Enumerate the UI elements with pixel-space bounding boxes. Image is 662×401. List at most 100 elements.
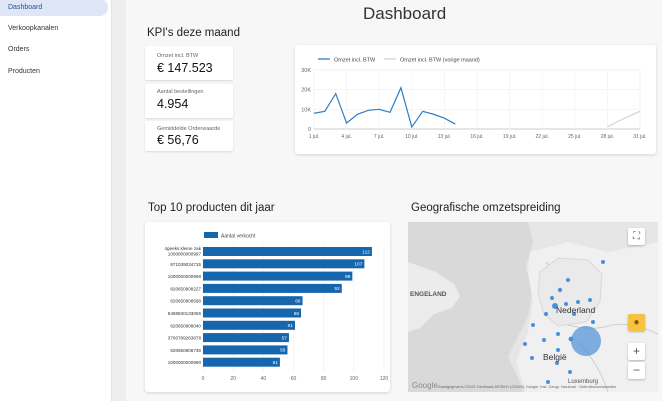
map-footer: Kaartgegevens ©2021 GeoBasis-DE/BKG (©20… <box>438 385 616 389</box>
y-tick-label: 30K <box>301 68 311 74</box>
x-tick-label: 4 jul. <box>341 134 352 140</box>
map-marker <box>550 296 554 300</box>
map-marker <box>557 287 563 293</box>
map-marker <box>568 370 572 374</box>
y-tick-label: 0 <box>308 127 311 133</box>
bar-value-label: 61 <box>288 323 294 329</box>
bar <box>203 320 296 330</box>
sidebar-gutter <box>112 0 126 401</box>
map-label-belgie: België <box>543 352 567 362</box>
x-tick-label: 10 jul. <box>405 134 418 140</box>
geo-section-title: Geografische omzetspreiding <box>411 202 561 214</box>
category-label: 4geeks kleine zak <box>164 246 201 251</box>
fullscreen-button[interactable]: ⛶ <box>628 228 645 245</box>
map-marker <box>601 260 605 264</box>
map-marker <box>591 320 595 324</box>
bar <box>203 271 353 281</box>
bar <box>203 247 372 256</box>
sidebar-item-orders[interactable]: Orders <box>0 41 108 58</box>
category-label: 820650808040 <box>170 323 201 328</box>
zoom-in-button[interactable]: + <box>628 343 645 360</box>
series-line-previous <box>607 110 641 128</box>
bar-value-label: 57 <box>282 335 288 341</box>
x-tick-label: 19 jul. <box>503 134 516 140</box>
bar-value-label: 99 <box>345 274 351 280</box>
kpi-card-avg-order: Gemiddelde Orderwaarde € 56,76 <box>145 121 233 151</box>
kpi-label: Omzet incl. BTW <box>157 53 199 59</box>
map-marker-large <box>571 326 601 356</box>
category-label: 871039034715 <box>170 262 201 267</box>
category-label: 820650808568 <box>170 299 201 304</box>
legend-label-previous: Omzet incl. BTW (vorige maand) <box>400 58 480 64</box>
sidebar: Dashboard Verkoopkanalen Orders Producte… <box>0 0 112 401</box>
x-tick-label: 13 jul. <box>438 134 451 140</box>
category-label: 1000000000998 <box>168 274 202 279</box>
kpi-card-revenue: Omzet incl. BTW € 147.523 <box>145 46 233 80</box>
map-marker <box>530 356 534 360</box>
x-tick-label: 80 <box>321 376 327 382</box>
geo-map[interactable]: ENGELAND Nederland België Luxemburg Goog… <box>408 222 658 392</box>
map-marker <box>546 380 550 384</box>
x-tick-label: 1 jul. <box>309 134 320 140</box>
bar <box>203 308 302 318</box>
x-tick-label: 31 jul. <box>633 134 646 140</box>
x-tick-label: 100 <box>350 376 359 382</box>
map-label-nederland: Nederland <box>556 305 595 315</box>
main-content: Dashboard KPI's deze maand Omzet incl. B… <box>127 0 662 401</box>
bar <box>203 296 303 306</box>
x-tick-label: 60 <box>291 376 297 382</box>
page-title: Dashboard <box>363 4 447 23</box>
bar <box>203 283 342 293</box>
kpi-value: € 147.523 <box>157 61 213 75</box>
top10-section-title: Top 10 producten dit jaar <box>148 202 275 214</box>
y-tick-label: 20K <box>301 88 311 94</box>
top10-bar-chart: Aantal verkocht 0 20 40 60 80 100 120 4geeks kle… <box>164 232 389 382</box>
x-tick-label: 25 jul. <box>568 134 581 140</box>
bar-value-label: 51 <box>273 360 279 366</box>
sidebar-item-verkoopkanalen[interactable]: Verkoopkanalen <box>0 20 108 37</box>
x-tick-label: 16 jul. <box>470 134 483 140</box>
legend-swatch <box>204 232 218 238</box>
sidebar-item-dashboard[interactable]: Dashboard <box>0 0 108 16</box>
bar-value-label: 107 <box>354 262 362 268</box>
x-tick-label: 120 <box>380 376 389 382</box>
map-canvas: ENGELAND Nederland België Luxemburg Goog… <box>408 222 658 392</box>
map-marker <box>542 338 546 342</box>
y-tick-label: 10K <box>301 107 311 113</box>
bar <box>203 345 288 355</box>
bar <box>203 259 365 269</box>
x-tick-label: 0 <box>202 376 205 382</box>
x-tick-label: 22 jul. <box>536 134 549 140</box>
x-tick-label: 40 <box>261 376 267 382</box>
map-google-logo: Google <box>412 381 438 390</box>
bar <box>203 333 289 343</box>
zoom-out-button[interactable]: − <box>628 362 645 379</box>
revenue-line-chart: Omzet incl. BTW Omzet incl. BTW (vorige m… <box>301 58 646 141</box>
sidebar-item-producten[interactable]: Producten <box>0 63 108 80</box>
bar-value-label: 66 <box>295 299 301 305</box>
map-marker <box>531 323 535 327</box>
kpi-label: Gemiddelde Orderwaarde <box>157 126 221 132</box>
kpi-section-title: KPI's deze maand <box>147 27 240 39</box>
bar-value-label: 56 <box>280 348 286 354</box>
x-tick-label: 7 jul. <box>374 134 385 140</box>
bar-value-label: 112 <box>362 249 370 255</box>
top10-bar-chart-card: Aantal verkocht 0 20 40 60 80 100 120 4geeks kle… <box>145 222 390 392</box>
pegman-icon[interactable]: ● <box>628 314 645 331</box>
map-marker <box>566 278 570 282</box>
series-line-current <box>313 85 456 129</box>
bar-value-label: 65 <box>294 311 300 317</box>
bar <box>203 357 280 367</box>
map-marker <box>576 300 580 304</box>
map-marker <box>588 298 592 302</box>
category-label: 820650808739 <box>170 348 201 353</box>
category-label: 8498830133055 <box>168 311 202 316</box>
revenue-line-chart-card: Omzet incl. BTW Omzet incl. BTW (vorige m… <box>295 45 656 154</box>
map-marker <box>556 332 560 336</box>
bar-value-label: 92 <box>334 286 340 292</box>
kpi-card-orders: Aantal bestellingen 4.954 <box>145 84 233 118</box>
x-tick-label: 20 <box>230 376 236 382</box>
map-marker <box>523 342 527 346</box>
kpi-value: € 56,76 <box>157 133 199 147</box>
category-label: 3700789263878 <box>168 336 202 341</box>
